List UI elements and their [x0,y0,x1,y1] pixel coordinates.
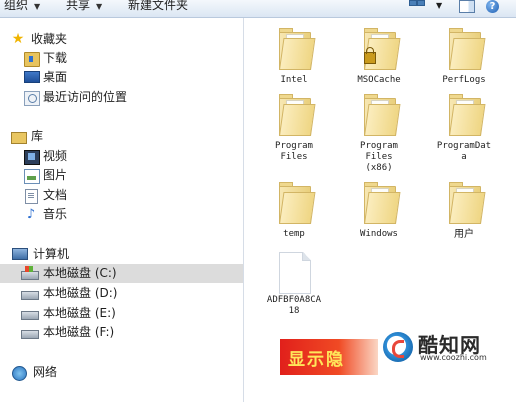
lock-icon [364,47,376,64]
item-label: Program Files (x86) [360,141,398,173]
folder-icon [279,182,316,224]
nav-item-desktop[interactable]: 桌面 [0,68,243,87]
folder-icon [364,94,401,136]
computer-label: 计算机 [33,247,70,261]
item-label: Program Files [275,141,313,162]
file-item[interactable]: ADFBF0A8CA 18 [252,252,336,320]
drive-label: 本地磁盘 (C:) [43,266,117,280]
folder-item[interactable]: PerfLogs [422,28,506,90]
folder-item[interactable]: temp [252,182,336,244]
nav-item-label: 音乐 [43,207,68,221]
nav-drive-e[interactable]: 本地磁盘 (E:) [0,304,243,323]
help-icon[interactable]: ? [486,0,499,13]
folder-icon [279,28,316,70]
folder-item[interactable]: Windows [337,182,421,244]
recent-places-icon [24,91,40,106]
library-folder-icon [11,132,27,144]
item-label: PerfLogs [442,75,486,85]
desktop-icon [24,71,40,83]
nav-item-label: 图片 [43,168,68,182]
drive-label: 本地磁盘 (E:) [43,306,116,320]
chevron-down-icon: ▼ [96,2,103,11]
nav-item-recent-places[interactable]: 最近访问的位置 [0,88,243,107]
nav-item-label: 桌面 [43,70,68,84]
nav-computer[interactable]: 计算机 [0,245,243,264]
folder-icon [449,182,486,224]
new-folder-label: 新建文件夹 [128,0,189,12]
favorites-label: 收藏夹 [31,32,68,46]
item-label: Intel [280,75,308,85]
item-label: ProgramDat a [436,141,492,162]
hard-drive-icon [21,291,39,300]
nav-network[interactable]: 网络 [0,363,243,382]
folder-item[interactable]: Intel [252,28,336,90]
item-label: Windows [360,229,398,239]
item-label: 用户 [454,229,474,240]
coozhi-logo-icon [383,332,413,362]
folder-item[interactable]: 用户 [422,182,506,244]
folder-icon [364,28,401,70]
nav-item-documents[interactable]: 文档 [0,186,243,205]
overlay-banner: 显示隐 [280,339,378,375]
nav-item-music[interactable]: ♪ 音乐 [0,205,243,224]
network-label: 网络 [33,365,58,379]
drive-label: 本地磁盘 (F:) [43,325,115,339]
organize-menu[interactable]: 组织 ▼ [4,0,40,17]
folder-item[interactable]: ProgramDat a [422,94,506,172]
new-folder-button[interactable]: 新建文件夹 [128,0,188,17]
nav-drive-f[interactable]: 本地磁盘 (F:) [0,323,243,342]
nav-drive-c[interactable]: 本地磁盘 (C:) [0,264,243,283]
item-label: temp [283,229,305,239]
nav-item-label: 视频 [43,149,68,163]
libraries-label: 库 [31,129,44,143]
folder-icon [279,94,316,136]
hard-drive-icon [21,311,39,320]
nav-libraries[interactable]: 库 [0,127,243,146]
file-icon [279,252,311,294]
folder-item[interactable]: MSOCache [337,28,421,90]
computer-icon [12,248,28,260]
nav-drive-d[interactable]: 本地磁盘 (D:) [0,284,243,303]
nav-favorites[interactable]: ★ 收藏夹 [0,30,243,49]
share-menu[interactable]: 共享 ▼ [66,0,102,17]
item-label: ADFBF0A8CA 18 [266,295,322,316]
system-drive-icon [21,266,39,280]
change-view-icon[interactable] [409,0,425,12]
nav-item-label: 下载 [43,51,68,65]
navigation-pane: ★ 收藏夹 下载 桌面 最近访问的位置 库 视频 图片 文档 ♪ 音乐 计算机 [0,18,244,402]
folder-item[interactable]: Program Files (x86) [337,94,421,173]
banner-text: 显示隐 [288,350,345,370]
nav-item-label: 文档 [43,188,68,202]
organize-label: 组织 [4,0,29,12]
music-library-icon: ♪ [26,207,36,222]
drive-label: 本地磁盘 (D:) [43,286,118,300]
video-library-icon [24,150,40,165]
preview-pane-icon[interactable] [459,0,475,13]
folder-item[interactable]: Program Files [252,94,336,172]
pictures-library-icon [24,169,40,184]
nav-item-label: 最近访问的位置 [43,90,128,104]
share-label: 共享 [66,0,91,12]
nav-item-pictures[interactable]: 图片 [0,166,243,185]
star-icon: ★ [11,31,25,47]
view-options-chevron-icon[interactable]: ▼ [436,0,442,17]
command-bar: 组织 ▼ 共享 ▼ 新建文件夹 ▼ ? [0,0,516,18]
nav-item-downloads[interactable]: 下载 [0,49,243,68]
watermark-url: www.coozhi.com [420,353,487,362]
download-folder-icon [24,52,40,67]
network-icon [12,366,27,381]
documents-library-icon [25,189,38,204]
hard-drive-icon [21,330,39,339]
item-label: MSOCache [357,75,401,85]
chevron-down-icon: ▼ [34,2,41,11]
folder-icon [364,182,401,224]
folder-icon [449,94,486,136]
nav-item-videos[interactable]: 视频 [0,147,243,166]
folder-icon [449,28,486,70]
